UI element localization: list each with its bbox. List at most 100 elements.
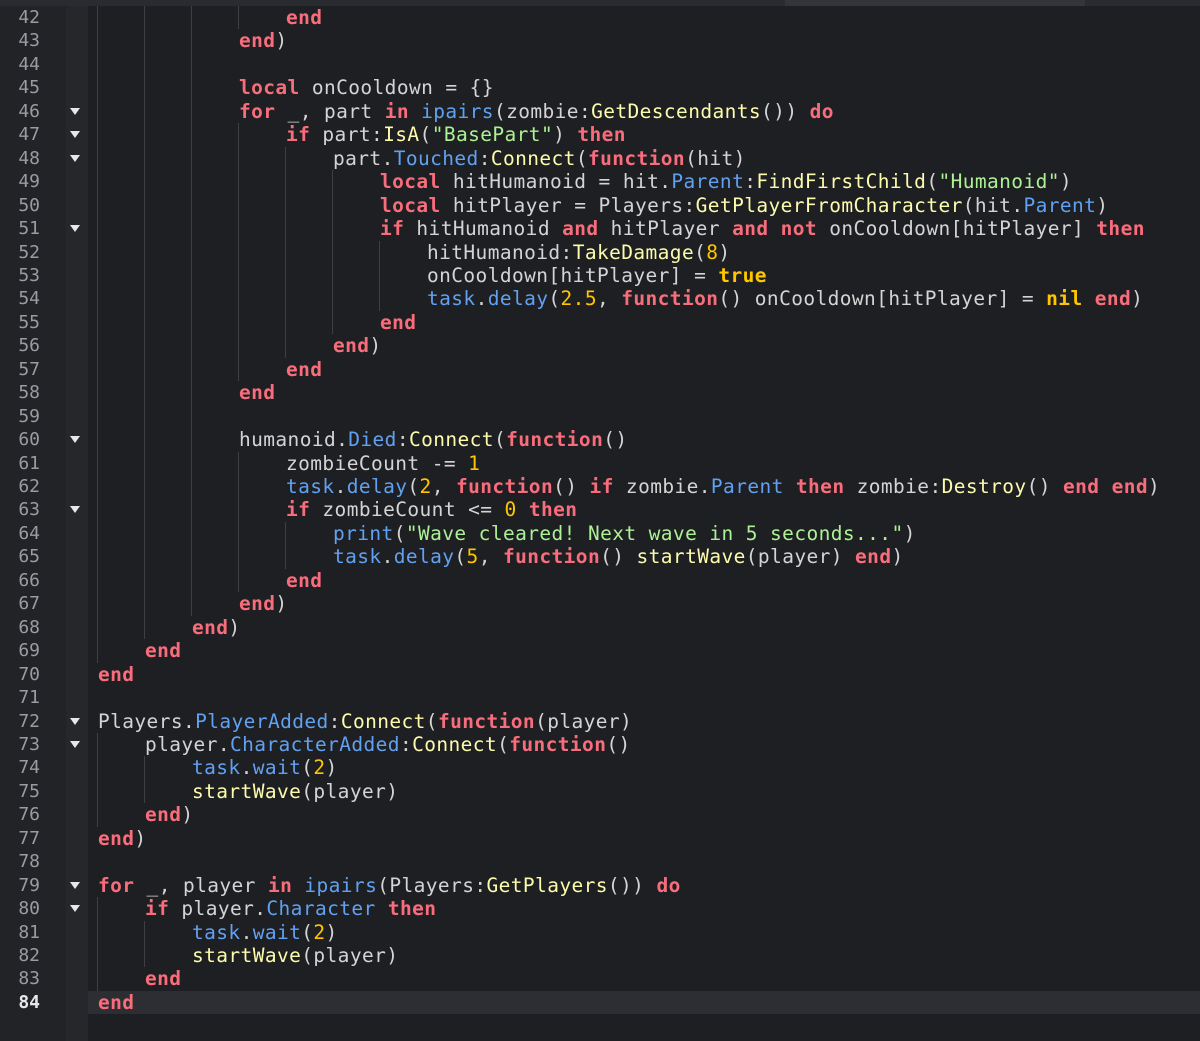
code-line[interactable]: 62 task.delay(2, function() if zombie.Par… — [0, 475, 1200, 498]
code-token: = — [1021, 287, 1047, 311]
code-token: then — [387, 897, 437, 921]
code-token: function — [455, 475, 554, 498]
line-number: 43 — [18, 30, 40, 52]
code-line[interactable]: 67 end) — [0, 592, 1200, 615]
code-token: : — [744, 170, 757, 194]
fold-arrow-icon[interactable] — [70, 506, 80, 514]
fold-arrow-icon[interactable] — [70, 436, 80, 444]
code-line[interactable]: 76 end) — [0, 803, 1200, 826]
code-token: Players — [389, 873, 475, 897]
code-token: () — [600, 545, 637, 569]
code-line[interactable]: 80 if player.Character then — [0, 897, 1200, 920]
indent-guide — [144, 6, 145, 640]
line-number: 57 — [18, 358, 40, 380]
code-line[interactable]: 83 end — [0, 967, 1200, 990]
code-line[interactable]: 64 print("Wave cleared! Next wave in 5 se… — [0, 522, 1200, 545]
line-number: 54 — [18, 288, 40, 310]
code-text: startWave(player) — [192, 944, 398, 967]
fold-arrow-icon[interactable] — [70, 154, 80, 162]
code-editor[interactable]: 42 end 43 end) 44 45 local onCooldown = {} 46 fo… — [0, 0, 1200, 1041]
code-token: end — [239, 29, 276, 53]
code-line[interactable]: 55 end — [0, 311, 1200, 334]
fold-arrow-icon[interactable] — [70, 881, 80, 889]
code-token: and — [732, 217, 769, 241]
code-token: then — [1096, 217, 1145, 241]
code-line[interactable]: 56 end) — [0, 334, 1200, 357]
code-token: player — [169, 897, 255, 921]
line-number: 50 — [18, 194, 40, 216]
code-token: Parent — [1023, 193, 1097, 217]
code-line[interactable]: 54 task.delay(2.5, function() onCooldown[… — [0, 287, 1200, 310]
code-line[interactable]: 72 Players.PlayerAdded:Connect(function(p… — [0, 710, 1200, 733]
code-text: task.delay(2.5, function() onCooldown[hi… — [427, 287, 1143, 310]
code-line[interactable]: 47 if part:IsA("BasePart") then — [0, 123, 1200, 146]
code-line[interactable]: 61 zombieCount -= 1 — [0, 452, 1200, 475]
code-token: for — [239, 99, 276, 123]
code-token: ( — [301, 944, 314, 967]
fold-arrow-icon[interactable] — [70, 740, 80, 748]
code-line[interactable]: 46 for _, part in ipairs(zombie:GetDescen… — [0, 100, 1200, 123]
code-token: hitHumanoid — [440, 170, 599, 194]
code-line[interactable]: 84 end — [0, 990, 1200, 1015]
code-token: : — [560, 240, 573, 264]
code-line[interactable]: 66 end — [0, 569, 1200, 592]
code-text: end — [145, 639, 181, 662]
code-line[interactable]: 71 — [0, 686, 1200, 709]
code-token: in — [267, 873, 293, 897]
code-line[interactable]: 48 part.Touched:Connect(function(hit) — [0, 147, 1200, 170]
code-text: end) — [239, 592, 288, 615]
code-token: wait — [252, 920, 302, 944]
code-line[interactable]: 63 if zombieCount <= 0 then — [0, 498, 1200, 521]
code-line[interactable]: 50 local hitPlayer = Players:GetPlayerFro… — [0, 194, 1200, 217]
code-line[interactable]: 77 end) — [0, 827, 1200, 850]
code-line[interactable]: 69 end — [0, 639, 1200, 662]
indent-guide — [97, 6, 98, 663]
code-token: ) — [325, 756, 338, 780]
code-line[interactable]: 43 end) — [0, 29, 1200, 52]
code-token: . — [240, 756, 253, 780]
line-number: 71 — [18, 687, 40, 709]
fold-arrow-icon[interactable] — [70, 107, 80, 115]
code-line[interactable]: 81 task.wait(2) — [0, 921, 1200, 944]
code-token: if — [286, 123, 311, 147]
fold-arrow-icon[interactable] — [70, 905, 80, 913]
code-line[interactable]: 45 local onCooldown = {} — [0, 76, 1200, 99]
code-line[interactable]: 70 end — [0, 663, 1200, 686]
code-line[interactable]: 58 end — [0, 381, 1200, 404]
line-number: 68 — [18, 616, 40, 638]
code-token: ipairs — [421, 99, 494, 123]
code-line[interactable]: 49 local hitHumanoid = hit.Parent:FindFir… — [0, 170, 1200, 193]
code-line[interactable]: 44 — [0, 53, 1200, 76]
code-token: ) — [325, 920, 338, 944]
code-text: end — [98, 991, 134, 1014]
code-token: task — [192, 920, 241, 944]
code-line[interactable]: 78 — [0, 850, 1200, 873]
code-token: player — [313, 944, 387, 967]
code-text: local hitHumanoid = hit.Parent:FindFirst… — [380, 170, 1072, 193]
code-line[interactable]: 51 if hitHumanoid and hitPlayer and not o… — [0, 217, 1200, 240]
code-line[interactable]: 65 task.delay(5, function() startWave(pla… — [0, 545, 1200, 568]
fold-arrow-icon[interactable] — [70, 131, 80, 139]
code-line[interactable]: 59 — [0, 405, 1200, 428]
code-line[interactable]: 42 end — [0, 6, 1200, 29]
code-line[interactable]: 53 onCooldown[hitPlayer] = true — [0, 264, 1200, 287]
code-token: then — [528, 498, 578, 522]
code-line[interactable]: 74 task.wait(2) — [0, 756, 1200, 779]
code-line[interactable]: 60 humanoid.Died:Connect(function() — [0, 428, 1200, 451]
fold-arrow-icon[interactable] — [70, 717, 80, 725]
code-line[interactable]: 68 end) — [0, 616, 1200, 639]
code-text: if part:IsA("BasePart") then — [286, 123, 626, 146]
fold-arrow-icon[interactable] — [70, 225, 80, 233]
code-line[interactable]: 79 for _, player in ipairs(Players:GetPla… — [0, 874, 1200, 897]
code-line[interactable]: 52 hitHumanoid:TakeDamage(8) — [0, 241, 1200, 264]
code-token: 8 — [706, 240, 719, 264]
code-token: ) — [386, 779, 399, 803]
code-token: ) — [228, 615, 241, 639]
code-line[interactable]: 57 end — [0, 358, 1200, 381]
code-line[interactable]: 75 startWave(player) — [0, 780, 1200, 803]
code-token: ) — [275, 29, 288, 53]
code-line[interactable]: 82 startWave(player) — [0, 944, 1200, 967]
code-line[interactable]: 73 player.CharacterAdded:Connect(function… — [0, 733, 1200, 756]
code-token: . — [659, 170, 672, 194]
